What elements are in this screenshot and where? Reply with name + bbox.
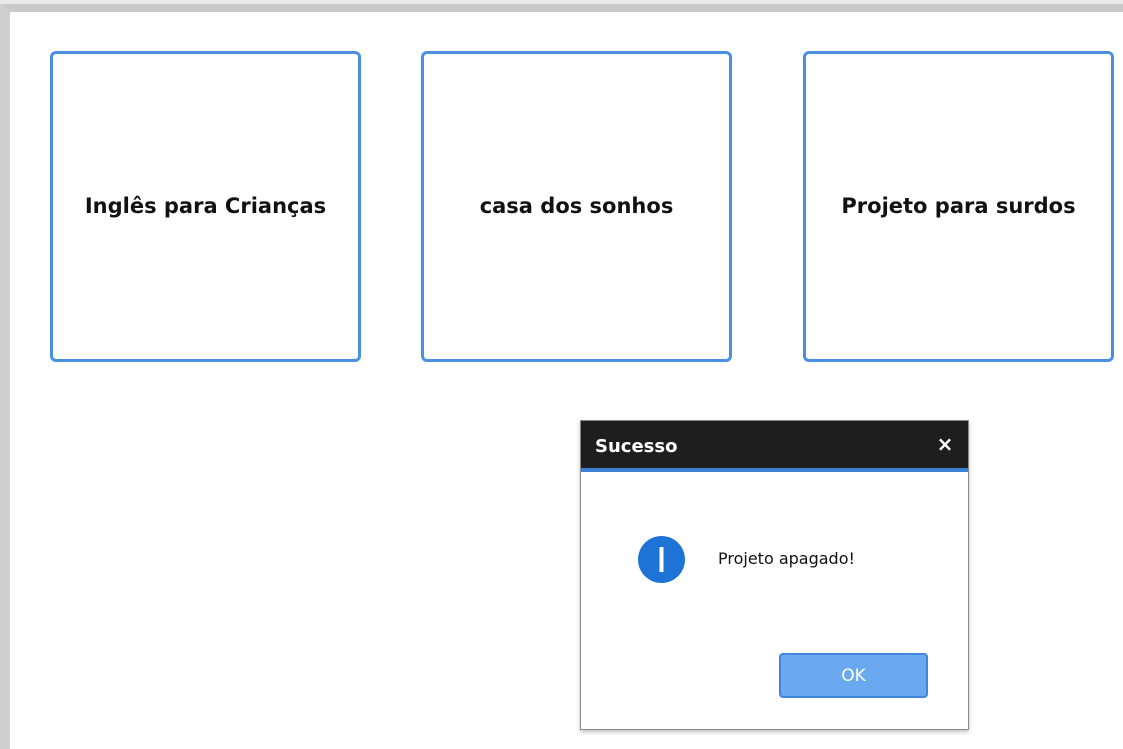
project-card[interactable]: casa dos sonhos [421, 51, 732, 362]
dialog-message: Projeto apagado! [718, 549, 855, 568]
close-icon[interactable]: × [934, 433, 956, 455]
project-card-title: casa dos sonhos [479, 193, 674, 218]
project-card[interactable]: Inglês para Crianças [50, 51, 361, 362]
project-card-title: Inglês para Crianças [84, 193, 327, 218]
info-icon [638, 536, 685, 583]
ok-button[interactable]: OK [779, 653, 928, 698]
success-dialog: Sucesso × Projeto apagado! OK [580, 420, 969, 730]
dialog-header: Sucesso × [581, 421, 968, 472]
project-card[interactable]: Projeto para surdos [803, 51, 1114, 362]
dialog-title: Sucesso [595, 436, 678, 457]
project-card-title: Projeto para surdos [841, 193, 1076, 218]
app-window: Inglês para Crianças casa dos sonhos Pro… [0, 0, 1123, 749]
